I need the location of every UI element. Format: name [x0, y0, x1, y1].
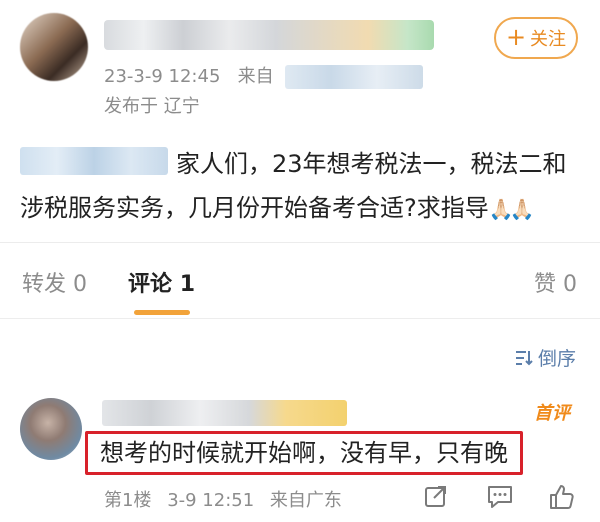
- post-body: 家人们，23年想考税法一，税法二和涉税服务实务，几月份开始备考合适?求指导: [20, 150, 567, 222]
- follow-button[interactable]: + 关注: [494, 17, 578, 59]
- post-text: 家人们，23年想考税法一，税法二和涉税服务实务，几月份开始备考合适?求指导🙏🏻🙏…: [20, 142, 590, 231]
- comment-text: 想考的时候就开始啊，没有早，只有晚: [85, 431, 523, 475]
- tab-comments-count: 1: [179, 272, 195, 297]
- active-tab-indicator: [134, 310, 190, 315]
- tab-comments-label: 评论: [128, 272, 173, 297]
- post-location: 发布于 辽宁: [104, 96, 200, 117]
- author-name-redacted[interactable]: [104, 20, 434, 50]
- divider: [0, 242, 600, 243]
- comment-time: 3-9 12:51: [167, 490, 255, 511]
- tab-repost-count: 0: [73, 272, 88, 297]
- sort-icon: [516, 350, 533, 365]
- tab-likes[interactable]: 赞 0: [534, 266, 577, 298]
- comment-source: 来自广东: [269, 490, 342, 511]
- author-avatar[interactable]: [20, 13, 88, 81]
- post-source-label: 来自: [237, 66, 274, 87]
- sort-toggle[interactable]: 倒序: [514, 344, 576, 371]
- sort-label: 倒序: [538, 348, 577, 370]
- post-source-redacted: [285, 65, 424, 89]
- comment-icon[interactable]: [486, 483, 514, 509]
- share-icon[interactable]: [423, 483, 449, 509]
- tab-comments[interactable]: 评论 1: [128, 266, 195, 298]
- like-icon[interactable]: [548, 483, 576, 511]
- commenter-name-redacted[interactable]: [102, 400, 347, 426]
- pray-emoji-icon: 🙏🏻🙏🏻: [488, 197, 535, 221]
- tab-repost-label: 转发: [22, 272, 67, 297]
- divider: [0, 318, 600, 319]
- post-timestamp: 23-3-9 12:45: [104, 66, 221, 87]
- tab-likes-count: 0: [563, 272, 578, 297]
- comment-meta: 第1楼 3-9 12:51 来自广东: [104, 486, 352, 512]
- comment-floor: 第1楼: [104, 490, 152, 511]
- tab-likes-label: 赞: [534, 272, 557, 297]
- follow-label: 关注: [530, 29, 567, 50]
- tab-repost[interactable]: 转发 0: [22, 266, 87, 298]
- post-meta: 23-3-9 12:45 来自: [104, 62, 424, 89]
- first-comment-badge: 首评: [534, 403, 570, 424]
- plus-icon: +: [505, 23, 527, 51]
- commenter-avatar[interactable]: [20, 398, 82, 460]
